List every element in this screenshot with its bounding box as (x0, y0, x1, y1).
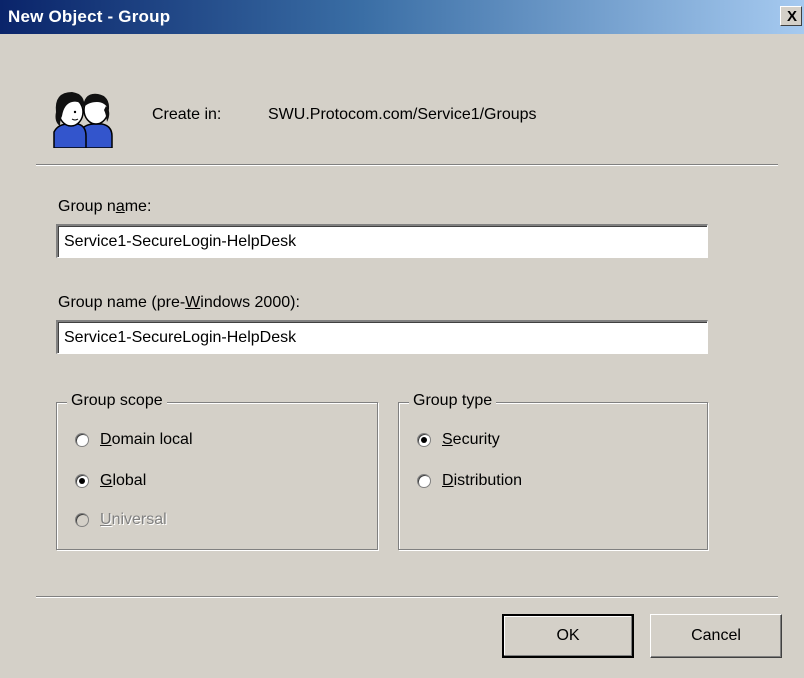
create-in-label: Create in: (152, 106, 222, 123)
group-scope-title: Group scope (67, 392, 167, 410)
separator (36, 596, 778, 598)
new-object-group-dialog: New Object - Group X Create in: SWU.Prot… (0, 0, 804, 678)
radio-label: Domain local (100, 431, 193, 448)
group-name-legacy-label: Group name (pre-Windows 2000): (58, 294, 300, 311)
type-security-radio[interactable]: Security (417, 429, 500, 451)
create-in-path: SWU.Protocom.com/Service1/Groups (268, 106, 537, 123)
radio-circle[interactable] (417, 433, 431, 447)
type-distribution-radio[interactable]: Distribution (417, 470, 522, 492)
separator (36, 164, 778, 166)
close-button[interactable]: X (780, 6, 802, 26)
radio-circle[interactable] (417, 474, 431, 488)
scope-universal-radio: Universal (75, 509, 167, 531)
window-title: New Object - Group (8, 7, 171, 26)
group-type-box: Group type Security Distribution (398, 392, 708, 550)
radio-circle[interactable] (75, 474, 89, 488)
scope-domain-local-radio[interactable]: Domain local (75, 429, 193, 451)
title-bar[interactable]: New Object - Group X (0, 0, 804, 34)
cancel-button[interactable]: Cancel (650, 614, 782, 658)
group-name-label: Group name: (58, 198, 152, 215)
radio-label: Global (100, 472, 147, 489)
radio-label: Universal (100, 511, 167, 528)
group-users-icon (53, 92, 113, 148)
scope-global-radio[interactable]: Global (75, 470, 146, 492)
radio-circle (75, 513, 89, 527)
group-type-title: Group type (409, 392, 497, 410)
radio-circle[interactable] (75, 433, 89, 447)
radio-label: Distribution (442, 472, 523, 489)
group-name-legacy-input[interactable] (56, 320, 708, 354)
ok-button[interactable]: OK (502, 614, 634, 658)
group-name-input[interactable] (56, 224, 708, 258)
radio-label: Security (442, 431, 500, 448)
group-scope-box: Group scope Domain local Global Universa… (56, 392, 378, 550)
